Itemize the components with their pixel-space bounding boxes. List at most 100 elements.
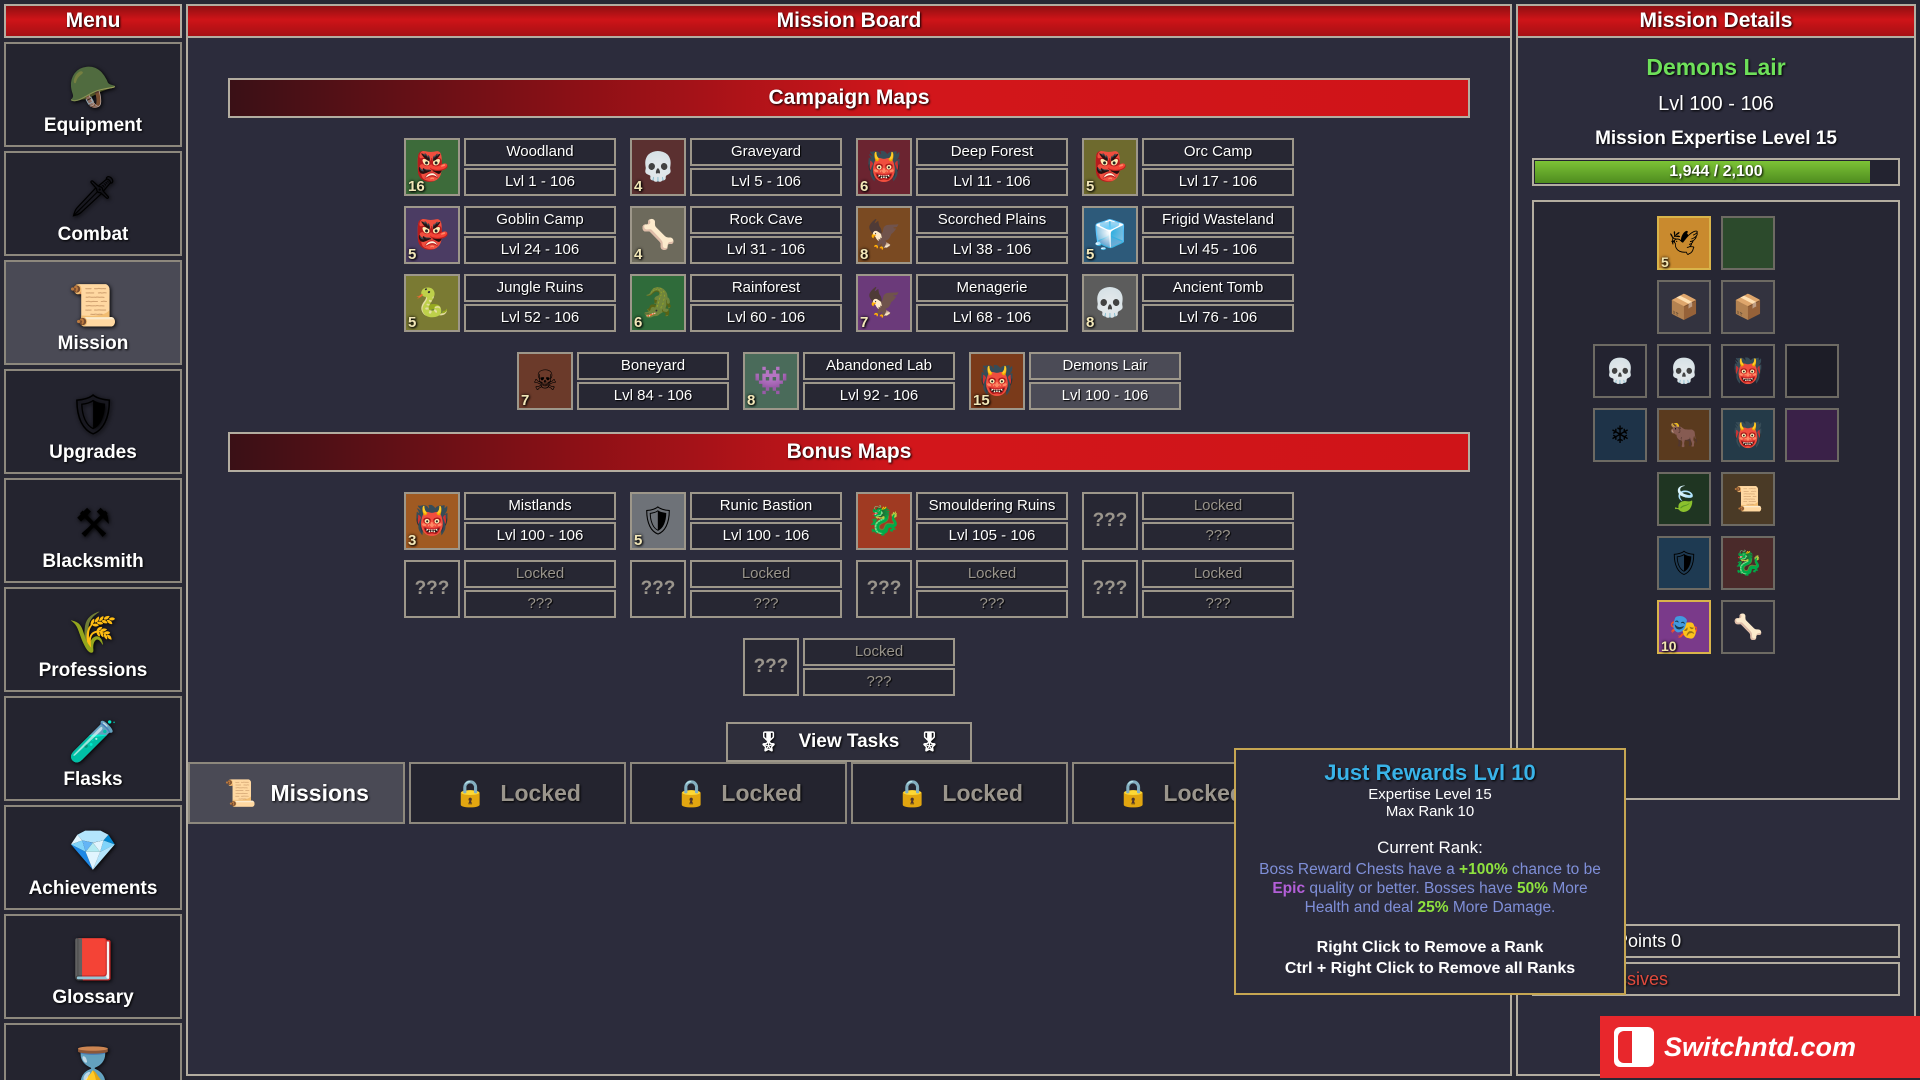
skull-node-icon[interactable]: 💀: [1593, 344, 1647, 398]
map-text: Jungle Ruins Lvl 52 - 106: [464, 274, 616, 332]
just-rewards-icon[interactable]: 🕊 5: [1657, 216, 1711, 270]
map-card[interactable]: 🦅 8 Scorched Plains Lvl 38 - 106: [856, 206, 1068, 264]
map-text: Deep Forest Lvl 11 - 106: [916, 138, 1068, 196]
map-card-locked[interactable]: ??? Locked???: [1082, 492, 1294, 550]
map-level: Lvl 11 - 106: [916, 168, 1068, 196]
map-name: Boneyard: [577, 352, 729, 380]
leaf-node-icon[interactable]: 🍃: [1657, 472, 1711, 526]
map-thumbnail[interactable]: 🧊 5: [1082, 206, 1138, 264]
map-card[interactable]: 🦴 4 Rock Cave Lvl 31 - 106: [630, 206, 842, 264]
map-card[interactable]: 🧊 5 Frigid Wasteland Lvl 45 - 106: [1082, 206, 1294, 264]
campaign-maps-grid-last-row: ☠ 7 Boneyard Lvl 84 - 106 👾 8 Abandoned Lab Lvl…: [218, 352, 1480, 410]
passive-rank: 10: [1661, 638, 1677, 654]
bones-node-icon[interactable]: 🦴: [1721, 600, 1775, 654]
map-card[interactable]: 👺 16 Woodland Lvl 1 - 106: [404, 138, 616, 196]
map-thumbnail[interactable]: 🦅 8: [856, 206, 912, 264]
map-thumbnail[interactable]: ???: [856, 560, 912, 618]
map-thumbnail[interactable]: 👺 5: [404, 206, 460, 264]
map-thumbnail[interactable]: ???: [1082, 492, 1138, 550]
map-thumbnail[interactable]: 👹 15: [969, 352, 1025, 410]
tab-missions[interactable]: 📜 Missions: [188, 762, 405, 824]
map-thumbnail[interactable]: 👾 8: [743, 352, 799, 410]
unknown-label: ???: [640, 578, 676, 599]
map-card[interactable]: 💀 8 Ancient Tomb Lvl 76 - 106: [1082, 274, 1294, 332]
map-thumbnail[interactable]: 👺 5: [1082, 138, 1138, 196]
map-name: Ancient Tomb: [1142, 274, 1294, 302]
map-card[interactable]: 👹 3 Mistlands Lvl 100 - 106: [404, 492, 616, 550]
tab-locked-1[interactable]: 🔒 Locked: [409, 762, 626, 824]
map-thumbnail[interactable]: 🐍 5: [404, 274, 460, 332]
map-card-locked[interactable]: ??? Locked???: [404, 560, 616, 618]
map-thumbnail[interactable]: 🐉: [856, 492, 912, 550]
sidebar-item-equipment[interactable]: 🪖 Equipment: [4, 42, 182, 147]
demon-node-icon[interactable]: 👹: [1721, 344, 1775, 398]
frost-node-icon[interactable]: ❄: [1593, 408, 1647, 462]
dragon-node-icon[interactable]: 🐉: [1721, 536, 1775, 590]
map-thumbnail[interactable]: ???: [1082, 560, 1138, 618]
map-thumbnail[interactable]: 🦴 4: [630, 206, 686, 264]
map-thumbnail[interactable]: 🛡 5: [630, 492, 686, 550]
map-name: Frigid Wasteland: [1142, 206, 1294, 234]
jester-node-icon[interactable]: 🎭 10: [1657, 600, 1711, 654]
map-card[interactable]: 🦅 7 Menagerie Lvl 68 - 106: [856, 274, 1068, 332]
map-thumbnail[interactable]: ???: [630, 560, 686, 618]
map-card[interactable]: 👹 15 Demons Lair Lvl 100 - 106: [969, 352, 1181, 410]
beast-node-icon[interactable]: 🐂: [1657, 408, 1711, 462]
tab-locked-3[interactable]: 🔒 Locked: [851, 762, 1068, 824]
sidebar-item-mission[interactable]: 📜 Mission: [4, 260, 182, 365]
sidebar-item-upgrades[interactable]: 🛡 Upgrades: [4, 369, 182, 474]
map-card[interactable]: ☠ 7 Boneyard Lvl 84 - 106: [517, 352, 729, 410]
map-level: ???: [1142, 590, 1294, 618]
sidebar-header: Menu: [4, 4, 182, 38]
map-card[interactable]: 🐍 5 Jungle Ruins Lvl 52 - 106: [404, 274, 616, 332]
map-thumb-icon: 👹: [414, 505, 450, 536]
sidebar-item-glossary[interactable]: 📕 Glossary: [4, 914, 182, 1019]
sidebar-item-flasks[interactable]: 🧪 Flasks: [4, 696, 182, 801]
sidebar-item-achievements[interactable]: 💎 Achievements: [4, 805, 182, 910]
map-thumbnail[interactable]: 💀 8: [1082, 274, 1138, 332]
map-card[interactable]: 👹 6 Deep Forest Lvl 11 - 106: [856, 138, 1068, 196]
map-thumbnail[interactable]: 🦅 7: [856, 274, 912, 332]
scroll-node-icon[interactable]: 📜: [1721, 472, 1775, 526]
map-card[interactable]: 🐉 Smouldering Ruins Lvl 105 - 106: [856, 492, 1068, 550]
map-name: Locked: [1142, 492, 1294, 520]
map-card-locked[interactable]: ??? Locked???: [856, 560, 1068, 618]
map-name: Mistlands: [464, 492, 616, 520]
view-tasks-button[interactable]: 🎖 View Tasks 🎖: [726, 722, 972, 762]
demon-node-icon[interactable]: 👹: [1721, 408, 1775, 462]
tab-locked-2[interactable]: 🔒 Locked: [630, 762, 847, 824]
map-thumb-icon: 👹: [979, 365, 1015, 396]
skull-node-icon[interactable]: 💀: [1657, 344, 1711, 398]
sidebar-item-combat[interactable]: 🗡 Combat: [4, 151, 182, 256]
map-card[interactable]: 🛡 5 Runic Bastion Lvl 100 - 106: [630, 492, 842, 550]
sidebar-item-blacksmith[interactable]: ⚒ Blacksmith: [4, 478, 182, 583]
map-card-locked[interactable]: ??? Locked???: [630, 560, 842, 618]
map-card-locked[interactable]: ??? Locked???: [1082, 560, 1294, 618]
map-card[interactable]: 👺 5 Goblin Camp Lvl 24 - 106: [404, 206, 616, 264]
map-thumbnail[interactable]: ☠ 7: [517, 352, 573, 410]
shield-node-icon[interactable]: 🛡: [1657, 536, 1711, 590]
map-thumbnail[interactable]: 👹 3: [404, 492, 460, 550]
map-level: Lvl 38 - 106: [916, 236, 1068, 264]
map-thumbnail[interactable]: ???: [743, 638, 799, 696]
map-thumbnail[interactable]: 💀 4: [630, 138, 686, 196]
map-thumbnail[interactable]: 👺 16: [404, 138, 460, 196]
map-card[interactable]: 👺 5 Orc Camp Lvl 17 - 106: [1082, 138, 1294, 196]
sidebar-item-settings[interactable]: ⌛Settings: [4, 1023, 182, 1080]
chest-node-icon[interactable]: 📦: [1721, 280, 1775, 334]
watermark-text: Switchntd.com: [1664, 1031, 1857, 1062]
map-card[interactable]: 💀 4 Graveyard Lvl 5 - 106: [630, 138, 842, 196]
map-thumbnail[interactable]: 🐊 6: [630, 274, 686, 332]
tooltip-hint-2: Ctrl + Right Click to Remove all Ranks: [1284, 960, 1576, 977]
chest-node-icon[interactable]: 📦: [1657, 280, 1711, 334]
forest-node-icon[interactable]: [1721, 216, 1775, 270]
map-name: Jungle Ruins: [464, 274, 616, 302]
map-card-locked[interactable]: ??? Locked???: [743, 638, 955, 696]
map-thumbnail[interactable]: ???: [404, 560, 460, 618]
map-card[interactable]: 🐊 6 Rainforest Lvl 60 - 106: [630, 274, 842, 332]
sidebar-item-professions[interactable]: 🌾 Professions: [4, 587, 182, 692]
map-thumbnail[interactable]: 👹 6: [856, 138, 912, 196]
dark-node-icon[interactable]: [1785, 344, 1839, 398]
map-card[interactable]: 👾 8 Abandoned Lab Lvl 92 - 106: [743, 352, 955, 410]
void-node-icon[interactable]: [1785, 408, 1839, 462]
